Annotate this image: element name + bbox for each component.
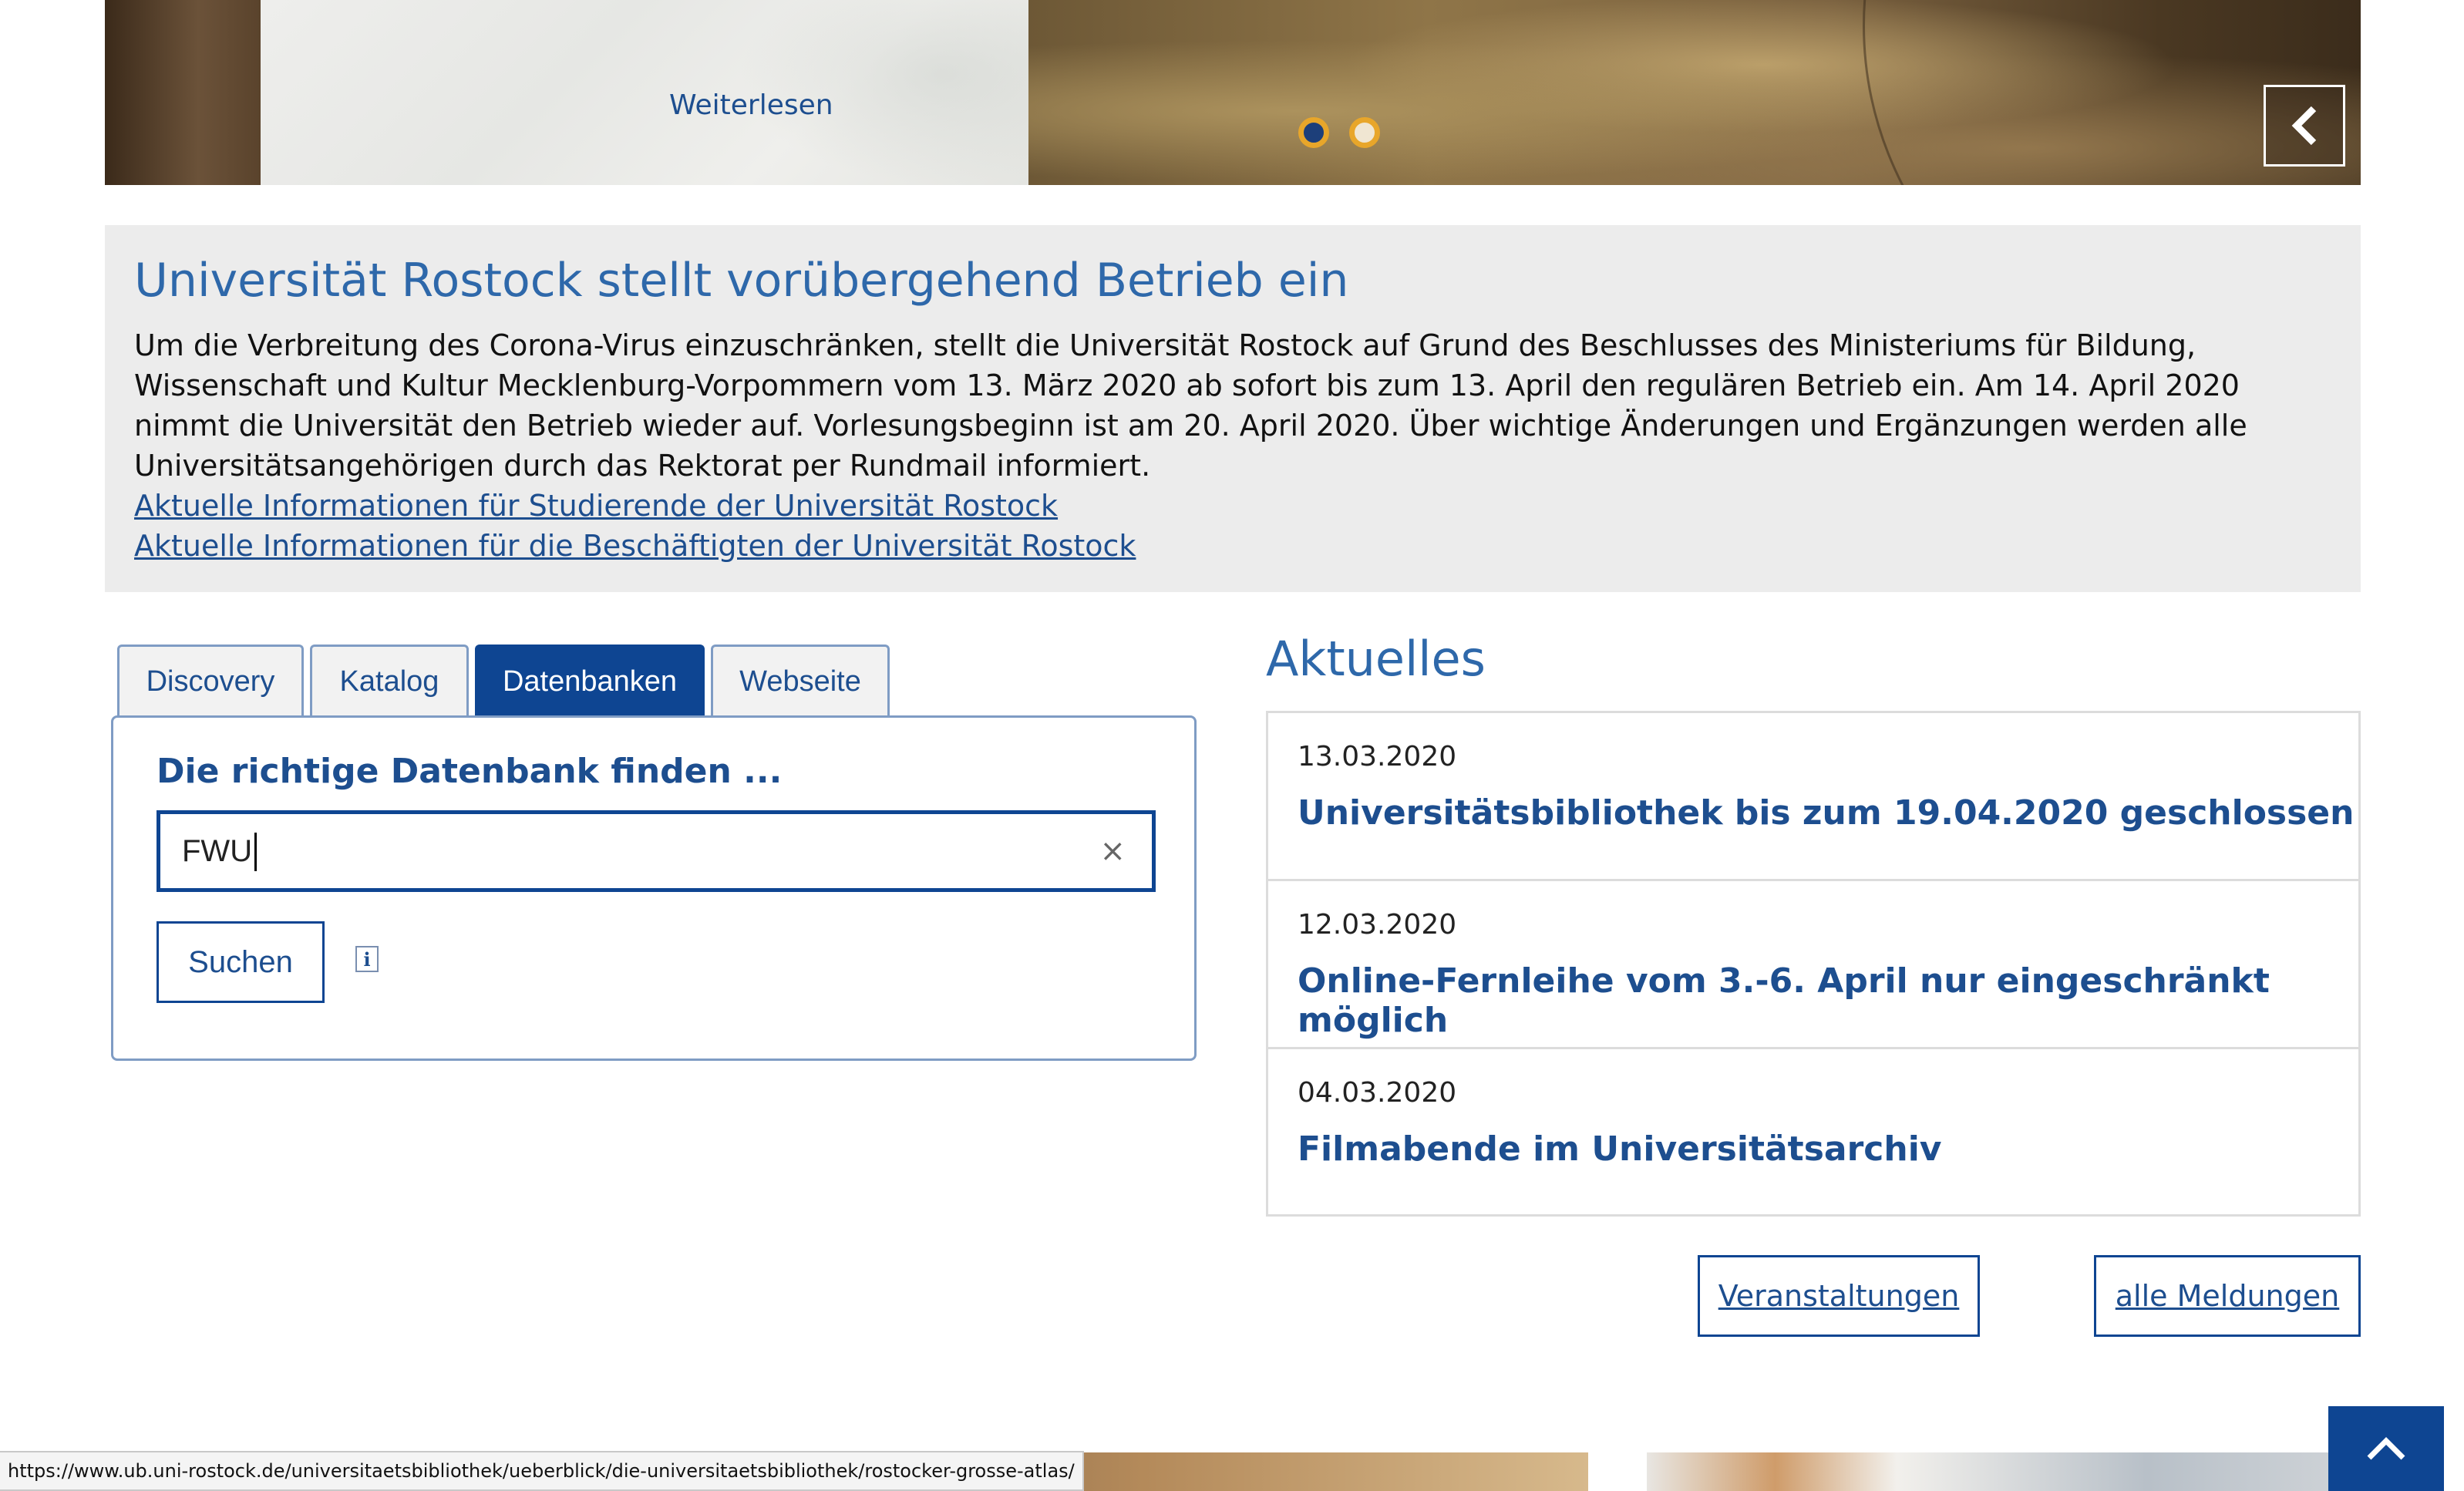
notice-box: Universität Rostock stellt vorübergehend… (105, 225, 2361, 592)
tab-datenbanken[interactable]: Datenbanken (475, 645, 705, 717)
news-link[interactable]: Filmabende im Universitätsarchiv (1298, 1129, 1941, 1169)
clear-icon[interactable]: × (1099, 833, 1126, 870)
search-button[interactable]: Suchen (157, 921, 325, 1003)
slider-prev-button[interactable] (2264, 85, 2345, 167)
chevron-up-icon (2367, 1437, 2405, 1460)
news-item: 12.03.2020 Online-Fernleihe vom 3.-6. Ap… (1268, 881, 2358, 1049)
back-to-top-button[interactable] (2328, 1406, 2444, 1491)
notice-text: Um die Verbreitung des Corona-Virus einz… (134, 328, 2247, 483)
slider-caption: Weiterlesen (261, 0, 1028, 185)
search-input[interactable] (180, 814, 1067, 888)
notice-title: Universität Rostock stellt vorübergehend… (134, 254, 1349, 308)
news-heading: Aktuelles (1266, 631, 1486, 687)
slider-dots (1298, 117, 1380, 148)
news-date: 12.03.2020 (1298, 909, 1457, 941)
hero-slider: Weiterlesen (105, 0, 2361, 185)
news-date: 04.03.2020 (1298, 1077, 1457, 1109)
search-title: Die richtige Datenbank finden ... (157, 752, 783, 791)
all-news-button[interactable]: alle Meldungen (2094, 1255, 2361, 1337)
news-item: 04.03.2020 Filmabende im Universitätsarc… (1268, 1049, 2358, 1214)
news-link[interactable]: Online-Fernleihe vom 3.-6. April nur ein… (1298, 961, 2358, 1040)
slider-image-map (1028, 0, 2361, 185)
tab-discovery[interactable]: Discovery (117, 645, 304, 717)
bottom-teaser-image-right[interactable] (1647, 1452, 2361, 1491)
read-more-link[interactable]: Weiterlesen (669, 89, 833, 121)
tab-katalog[interactable]: Katalog (310, 645, 469, 717)
students-info-link[interactable]: Aktuelle Informationen für Studierende d… (134, 486, 2331, 526)
news-link[interactable]: Universitätsbibliothek bis zum 19.04.202… (1298, 793, 2354, 833)
events-button[interactable]: Veranstaltungen (1698, 1255, 1980, 1337)
news-date: 13.03.2020 (1298, 741, 1457, 772)
news-item: 13.03.2020 Universitätsbibliothek bis zu… (1268, 713, 2358, 881)
slider-dot-1[interactable] (1298, 117, 1329, 148)
browser-status-url: https://www.ub.uni-rostock.de/universita… (0, 1451, 1084, 1491)
info-icon[interactable]: i (355, 946, 379, 972)
slider-left-image (105, 0, 261, 185)
news-list: 13.03.2020 Universitätsbibliothek bis zu… (1266, 711, 2361, 1217)
tab-webseite[interactable]: Webseite (711, 645, 890, 717)
text-caret (254, 833, 257, 871)
search-panel: Die richtige Datenbank finden ... × Such… (111, 715, 1197, 1061)
staff-info-link[interactable]: Aktuelle Informationen für die Beschäfti… (134, 526, 2331, 566)
chevron-left-icon (2291, 106, 2317, 146)
slider-dot-2[interactable] (1349, 117, 1380, 148)
search-field[interactable]: × (157, 810, 1156, 892)
